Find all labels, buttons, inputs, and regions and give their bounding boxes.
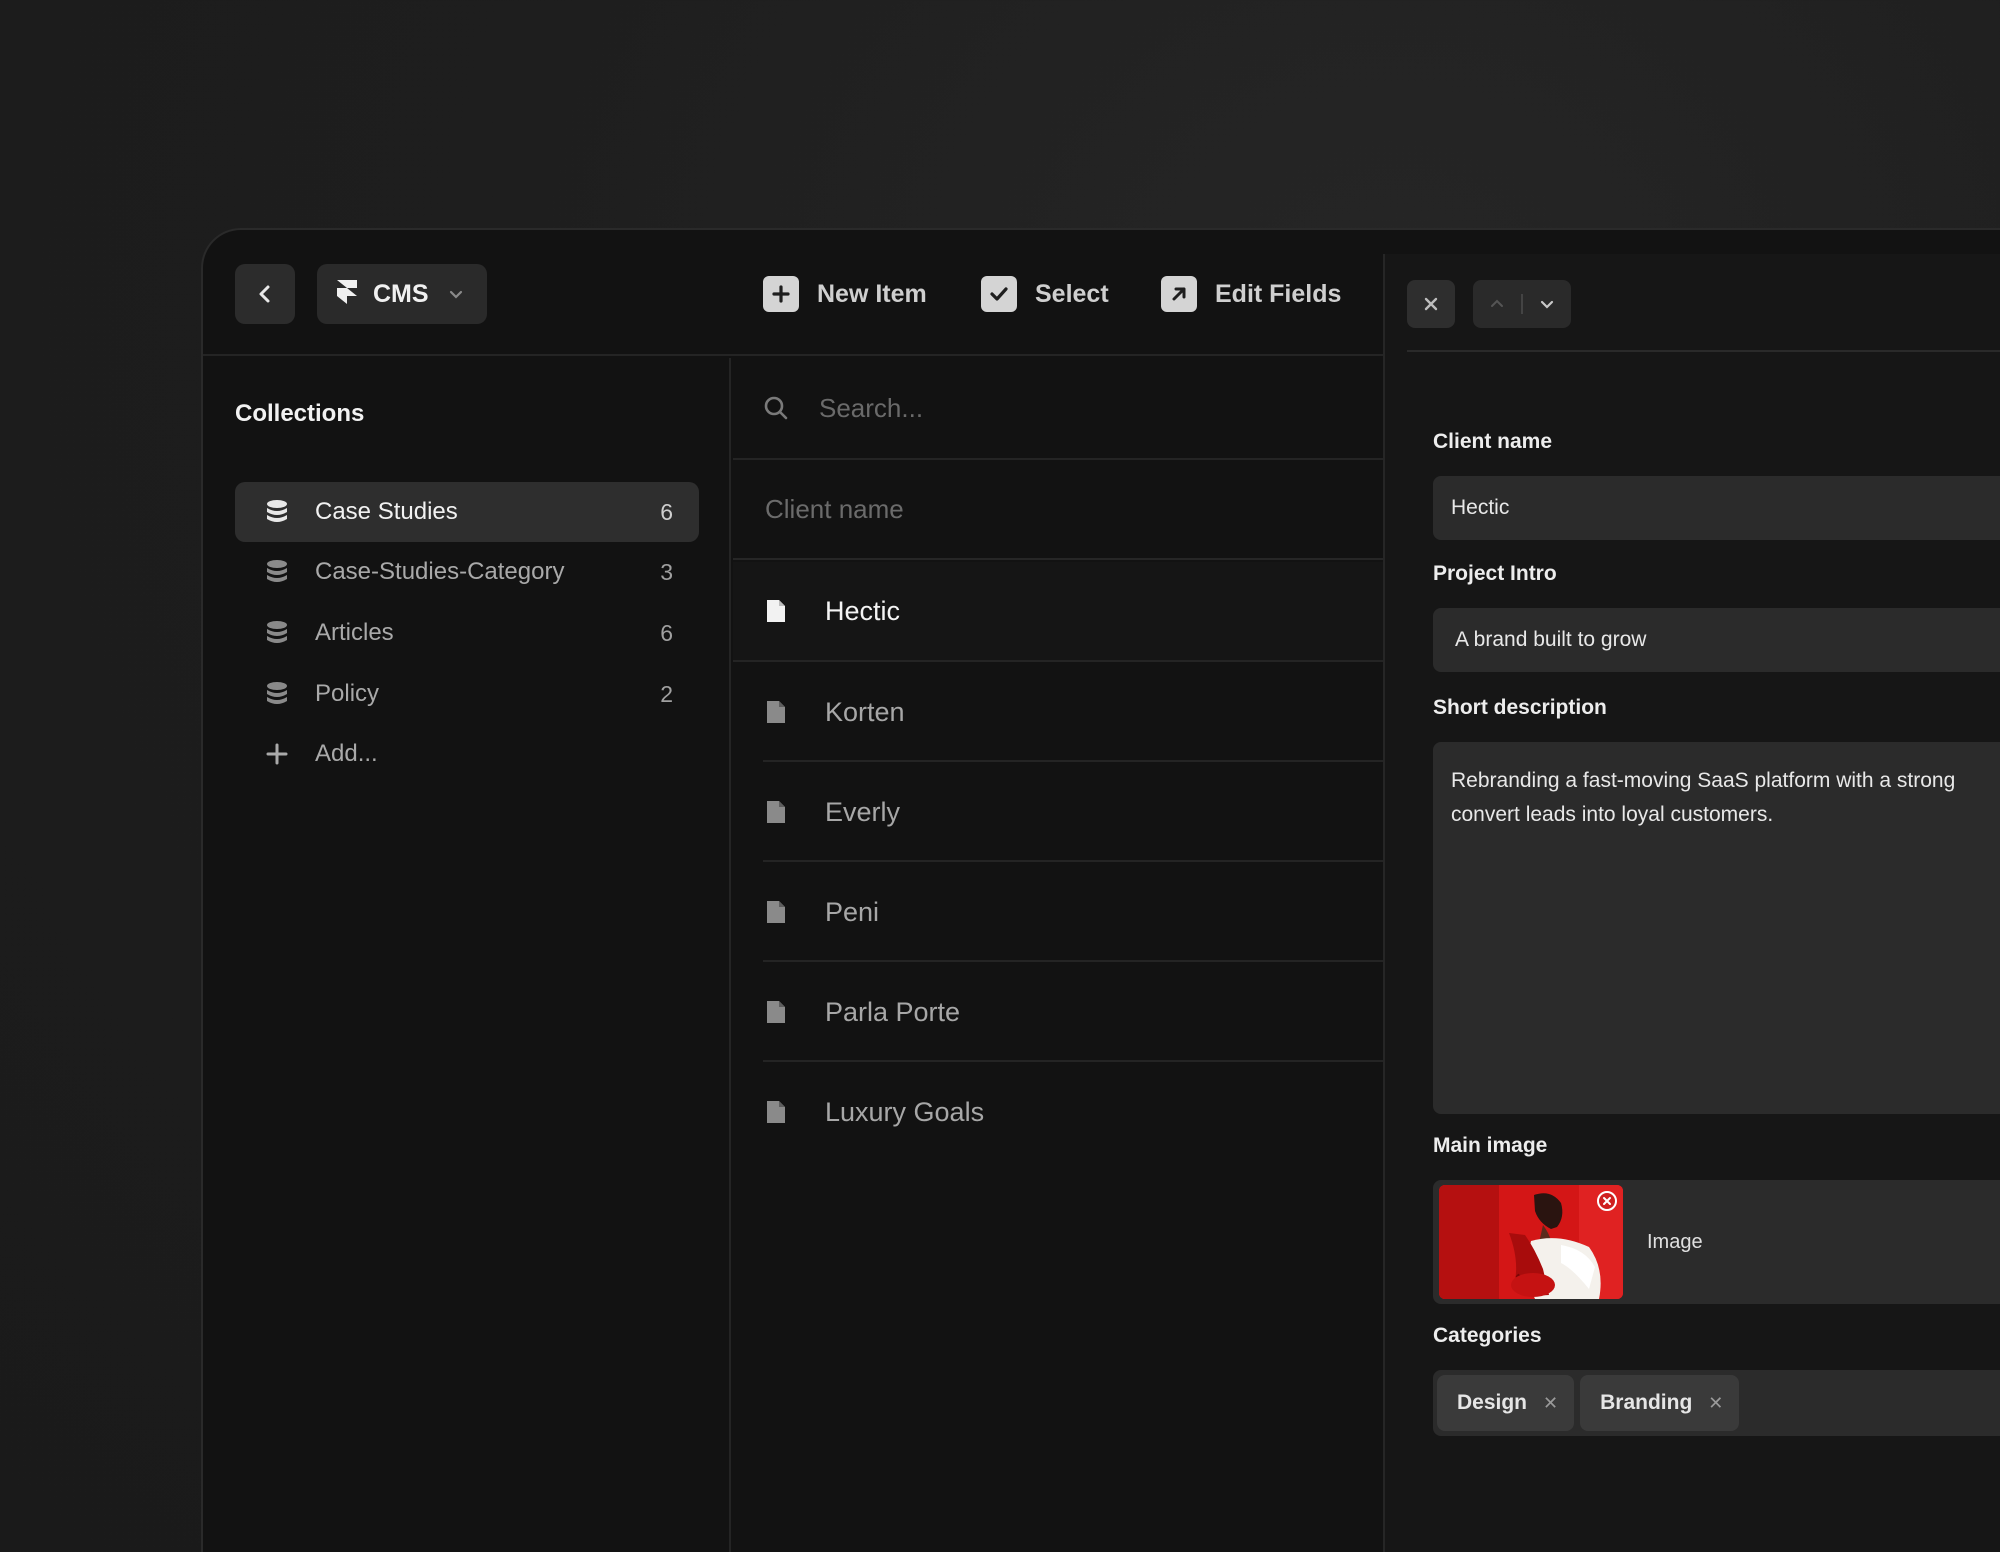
sidebar-item-count: 3 (660, 558, 673, 585)
list-item-korten[interactable]: Korten (733, 662, 1383, 762)
document-icon (767, 801, 785, 823)
main-image-label: Main image (1433, 1134, 1548, 1157)
document-icon (767, 701, 785, 723)
edit-fields-button[interactable]: Edit Fields (1161, 270, 1341, 318)
fashion-photo-image (1439, 1185, 1623, 1299)
project-intro-label: Project Intro (1433, 562, 1557, 585)
document-icon (767, 600, 785, 622)
edit-fields-label: Edit Fields (1215, 279, 1342, 308)
short-description-label: Short description (1433, 696, 1607, 719)
list-item-name: Korten (825, 696, 905, 727)
plus-icon (266, 743, 288, 765)
remove-image-button[interactable] (1597, 1191, 1617, 1211)
project-intro-field[interactable]: A brand built to grow (1433, 608, 2000, 672)
chevron-down-icon (449, 290, 462, 299)
list-item-luxury-goals[interactable]: Luxury Goals (733, 1062, 1383, 1162)
chevron-down-icon[interactable] (1539, 296, 1555, 312)
document-icon (767, 1101, 785, 1123)
new-item-button[interactable]: New Item (763, 270, 927, 318)
main-image-thumbnail[interactable] (1439, 1185, 1623, 1299)
list-item-name: Everly (825, 796, 901, 827)
column-header-client-name[interactable]: Client name (733, 460, 1383, 560)
plus-icon (763, 276, 799, 312)
toolbar: CMS New Item Select Edit Fields (203, 230, 1383, 356)
database-icon (267, 621, 287, 643)
sidebar-item-label: Articles (315, 619, 394, 646)
categories-field[interactable]: Design ✕ Branding ✕ (1433, 1370, 2000, 1436)
remove-tag-icon[interactable]: ✕ (1708, 1393, 1723, 1414)
item-detail-pane: Client name Hectic Project Intro A brand… (1383, 254, 2000, 1552)
search-bar[interactable]: Search... (733, 358, 1383, 460)
database-icon (267, 560, 287, 582)
sidebar-item-count: 2 (660, 680, 673, 707)
back-button[interactable] (235, 264, 295, 324)
collections-title: Collections (235, 400, 365, 427)
short-description-field[interactable]: Rebranding a fast-moving SaaS platform w… (1433, 742, 2000, 1114)
main-image-caption: Image (1647, 1230, 1703, 1253)
list-item-peni[interactable]: Peni (733, 862, 1383, 962)
tag-label: Branding (1600, 1391, 1693, 1414)
cms-left-area: CMS New Item Select Edit Fields Collecti… (203, 230, 1383, 1552)
sidebar-item-case-studies[interactable]: Case Studies 6 (235, 482, 699, 542)
list-item-name: Hectic (825, 595, 901, 626)
item-navigation (1473, 280, 1571, 328)
list-item-name: Parla Porte (825, 996, 961, 1027)
tag-design[interactable]: Design ✕ (1437, 1375, 1575, 1431)
new-item-label: New Item (817, 279, 927, 308)
search-icon (764, 396, 788, 420)
list-item-hectic[interactable]: Hectic (733, 562, 1383, 662)
document-icon (767, 1001, 785, 1023)
list-item-name: Peni (825, 896, 880, 927)
short-description-line: Rebranding a fast-moving SaaS platform w… (1451, 769, 1956, 792)
close-button[interactable] (1407, 280, 1455, 328)
main-image-field[interactable]: Image (1433, 1180, 2000, 1304)
sidebar-item-label: Case-Studies-Category (315, 558, 565, 585)
chevron-up-icon[interactable] (1489, 296, 1505, 312)
sidebar-item-case-studies-category[interactable]: Case-Studies-Category 3 (235, 542, 699, 602)
list-item-name: Luxury Goals (825, 1096, 985, 1127)
add-collection-button[interactable]: Add... (235, 724, 699, 784)
tag-branding[interactable]: Branding ✕ (1580, 1375, 1740, 1431)
categories-label: Categories (1433, 1324, 1542, 1347)
sidebar-item-label: Case Studies (315, 498, 458, 525)
client-name-label: Client name (1433, 430, 1553, 453)
cms-window: CMS New Item Select Edit Fields Collecti… (201, 228, 2000, 1552)
chevron-left-icon (259, 285, 270, 303)
short-description-line: convert leads into loyal customers. (1451, 803, 1774, 826)
select-label: Select (1035, 279, 1109, 308)
checkmark-icon (981, 276, 1017, 312)
detail-header (1407, 254, 2000, 352)
sidebar-item-count: 6 (660, 498, 673, 525)
list-item-everly[interactable]: Everly (733, 762, 1383, 862)
tag-label: Design (1457, 1391, 1528, 1414)
client-name-field[interactable]: Hectic (1433, 476, 2000, 540)
sidebar-item-count: 6 (660, 619, 673, 646)
framer-logo-icon (337, 280, 357, 304)
nav-divider (1521, 294, 1523, 314)
items-list-pane: Search... Client name Hectic Korten Ever… (733, 358, 1383, 1552)
sidebar-item-policy[interactable]: Policy 2 (235, 664, 699, 724)
select-button[interactable]: Select (981, 270, 1109, 318)
database-icon (267, 682, 287, 704)
list-item-parla-porte[interactable]: Parla Porte (733, 962, 1383, 1062)
search-input[interactable]: Search... (819, 393, 923, 424)
collections-sidebar: Collections Case Studies 6 Case-Studies-… (203, 358, 731, 1552)
add-collection-label: Add... (315, 740, 378, 767)
sidebar-item-articles[interactable]: Articles 6 (235, 603, 699, 663)
sidebar-item-label: Policy (315, 680, 380, 707)
document-icon (767, 901, 785, 923)
database-icon (267, 500, 287, 522)
close-icon (1603, 1197, 1611, 1205)
arrow-up-right-icon (1161, 276, 1197, 312)
remove-tag-icon[interactable]: ✕ (1543, 1393, 1558, 1414)
cms-menu-button[interactable]: CMS (317, 264, 487, 324)
cms-label: CMS (373, 279, 429, 308)
close-icon (1424, 297, 1438, 311)
